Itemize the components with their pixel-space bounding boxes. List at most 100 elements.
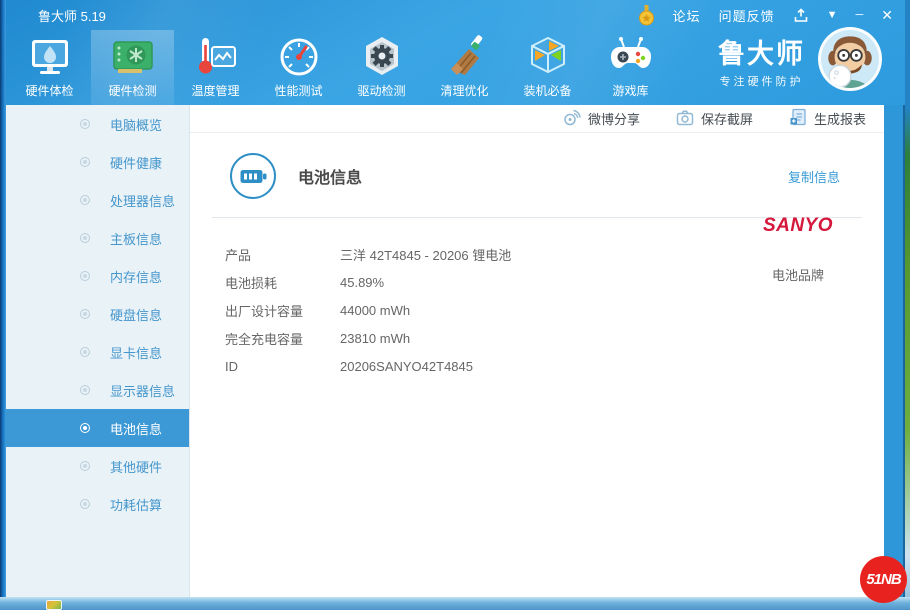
driver-gear-icon xyxy=(358,33,406,81)
row-value: 45.89% xyxy=(340,274,385,290)
tab-benchmark[interactable]: 性能测试 xyxy=(257,30,340,105)
app-window: 鲁大师 5.19 论坛 问题反馈 ▼ ─ ✕ 硬件体检 硬件检测 温度管理 性能… xyxy=(0,0,905,597)
row-value: 20206SANYO42T4845 xyxy=(340,358,473,374)
battery-icon xyxy=(230,153,276,199)
window-chrome: 鲁大师 5.19 论坛 问题反馈 ▼ ─ ✕ 硬件体检 硬件检测 温度管理 性能… xyxy=(0,0,905,105)
sidebar-item-power-estimate[interactable]: 功耗估算 xyxy=(0,485,189,523)
start-orb-fragment xyxy=(46,600,62,610)
pc-checkup-icon xyxy=(26,33,74,81)
tab-cleanup[interactable]: 清理优化 xyxy=(423,30,506,105)
sidebar-item-monitor-info[interactable]: 显示器信息 xyxy=(0,371,189,409)
toolbar-button-label: 微博分享 xyxy=(587,112,640,127)
app-title: 鲁大师 5.19 xyxy=(38,8,106,24)
content-area: 微博分享 保存截屏 生成报表 电池信息 复制信息 产品 三洋 42T4845 -… xyxy=(190,105,884,597)
tab-label: 硬件体检 xyxy=(25,84,74,98)
close-button[interactable]: ✕ xyxy=(881,7,893,24)
panel-header: 电池信息 复制信息 xyxy=(190,133,884,199)
sidebar-item-label: 硬件健康 xyxy=(110,155,163,171)
sidebar-item-other-hardware[interactable]: 其他硬件 xyxy=(0,447,189,485)
tab-temperature[interactable]: 温度管理 xyxy=(174,30,257,105)
camera-icon xyxy=(676,109,694,129)
weibo-share-button[interactable]: 微博分享 xyxy=(562,108,640,129)
row-value: 44000 mWh xyxy=(340,302,411,318)
tab-label: 温度管理 xyxy=(191,84,240,98)
table-row: ID 20206SANYO42T4845 xyxy=(225,352,884,380)
row-label: ID xyxy=(225,358,238,374)
radio-icon xyxy=(80,195,90,205)
sidebar-item-hardware-health[interactable]: 硬件健康 xyxy=(0,143,189,181)
radio-icon xyxy=(80,461,90,471)
cleanup-broom-icon xyxy=(441,33,489,81)
gamepad-icon xyxy=(607,33,655,81)
upload-icon[interactable] xyxy=(793,7,809,23)
temperature-icon xyxy=(192,33,240,81)
tab-pc-checkup[interactable]: 硬件体检 xyxy=(8,30,91,105)
sidebar: 电脑概览 硬件健康 处理器信息 主板信息 内存信息 硬盘信息 显卡信息 显示器信… xyxy=(0,105,190,597)
sidebar-item-label: 主板信息 xyxy=(110,231,163,247)
feedback-link[interactable]: 问题反馈 xyxy=(719,6,775,25)
radio-icon xyxy=(80,233,90,243)
brand-slogan: 专注硬件防护 xyxy=(719,75,804,88)
tab-label: 游戏库 xyxy=(612,84,649,98)
sidebar-item-memory-info[interactable]: 内存信息 xyxy=(0,257,189,295)
minimize-button[interactable]: ─ xyxy=(855,9,863,21)
radio-icon xyxy=(80,347,90,357)
mascot-avatar[interactable] xyxy=(818,27,882,91)
radio-icon xyxy=(80,385,90,395)
sidebar-item-label: 内存信息 xyxy=(110,269,163,285)
tab-essentials[interactable]: 装机必备 xyxy=(506,30,589,105)
sidebar-item-label: 功耗估算 xyxy=(110,497,163,513)
sidebar-item-battery-info[interactable]: 电池信息 xyxy=(0,409,189,447)
row-label: 产品 xyxy=(225,247,252,263)
main-nav: 硬件体检 硬件检测 温度管理 性能测试 驱动检测 清理优化 装机必备 游戏库 xyxy=(8,30,672,105)
watermark-51nb: 51NB xyxy=(860,556,907,603)
page-title: 电池信息 xyxy=(298,170,363,187)
row-value: 三洋 42T4845 - 20206 锂电池 xyxy=(340,247,512,263)
tab-driver[interactable]: 驱动检测 xyxy=(340,30,423,105)
toolbar-button-label: 生成报表 xyxy=(813,112,866,127)
tab-label: 装机必备 xyxy=(523,84,572,98)
row-value: 23810 mWh xyxy=(340,330,411,346)
report-icon xyxy=(789,108,807,129)
tab-game-library[interactable]: 游戏库 xyxy=(589,30,672,105)
taskbar-strip xyxy=(0,597,910,610)
row-label: 完全充电容量 xyxy=(225,331,304,347)
brand-name: 鲁大师 xyxy=(718,39,805,69)
hardware-test-icon xyxy=(109,33,157,81)
generate-report-button[interactable]: 生成报表 xyxy=(789,108,866,129)
save-screenshot-button[interactable]: 保存截屏 xyxy=(676,109,753,129)
sidebar-item-motherboard-info[interactable]: 主板信息 xyxy=(0,219,189,257)
battery-brand-box: SANYO 电池品牌 xyxy=(746,199,850,284)
watermark-text: 51NB xyxy=(866,571,901,588)
sanyo-logo: SANYO xyxy=(762,215,834,236)
sidebar-item-label: 显卡信息 xyxy=(110,345,163,361)
medal-icon[interactable] xyxy=(638,4,655,26)
sidebar-item-disk-info[interactable]: 硬盘信息 xyxy=(0,295,189,333)
benchmark-gauge-icon xyxy=(275,33,323,81)
toolbar: 微博分享 保存截屏 生成报表 xyxy=(190,105,884,133)
copy-info-link[interactable]: 复制信息 xyxy=(788,167,840,186)
tab-label: 硬件检测 xyxy=(108,84,157,98)
brand-block: 鲁大师 专注硬件防护 xyxy=(718,39,805,89)
titlebar: 鲁大师 5.19 论坛 问题反馈 ▼ ─ ✕ xyxy=(0,0,905,30)
tab-hardware-test[interactable]: 硬件检测 xyxy=(91,30,174,105)
table-row: 完全充电容量 23810 mWh xyxy=(225,324,884,352)
radio-icon xyxy=(80,157,90,167)
window-left-border xyxy=(0,0,6,597)
weibo-icon xyxy=(562,108,581,129)
tab-label: 驱动检测 xyxy=(357,84,406,98)
sidebar-item-label: 处理器信息 xyxy=(110,193,176,209)
radio-icon xyxy=(80,271,90,281)
sidebar-item-label: 硬盘信息 xyxy=(110,307,163,323)
chevron-down-icon[interactable]: ▼ xyxy=(827,9,838,21)
tab-label: 清理优化 xyxy=(440,84,489,98)
sidebar-item-gpu-info[interactable]: 显卡信息 xyxy=(0,333,189,371)
sidebar-item-label: 显示器信息 xyxy=(110,383,176,399)
desktop-wallpaper-sliver xyxy=(905,0,910,597)
forum-link[interactable]: 论坛 xyxy=(673,6,701,25)
battery-brand-caption: 电池品牌 xyxy=(771,268,824,283)
row-label: 电池损耗 xyxy=(225,275,278,291)
sidebar-item-label: 电脑概览 xyxy=(110,117,163,133)
sidebar-item-cpu-info[interactable]: 处理器信息 xyxy=(0,181,189,219)
sidebar-item-pc-overview[interactable]: 电脑概览 xyxy=(0,105,189,143)
